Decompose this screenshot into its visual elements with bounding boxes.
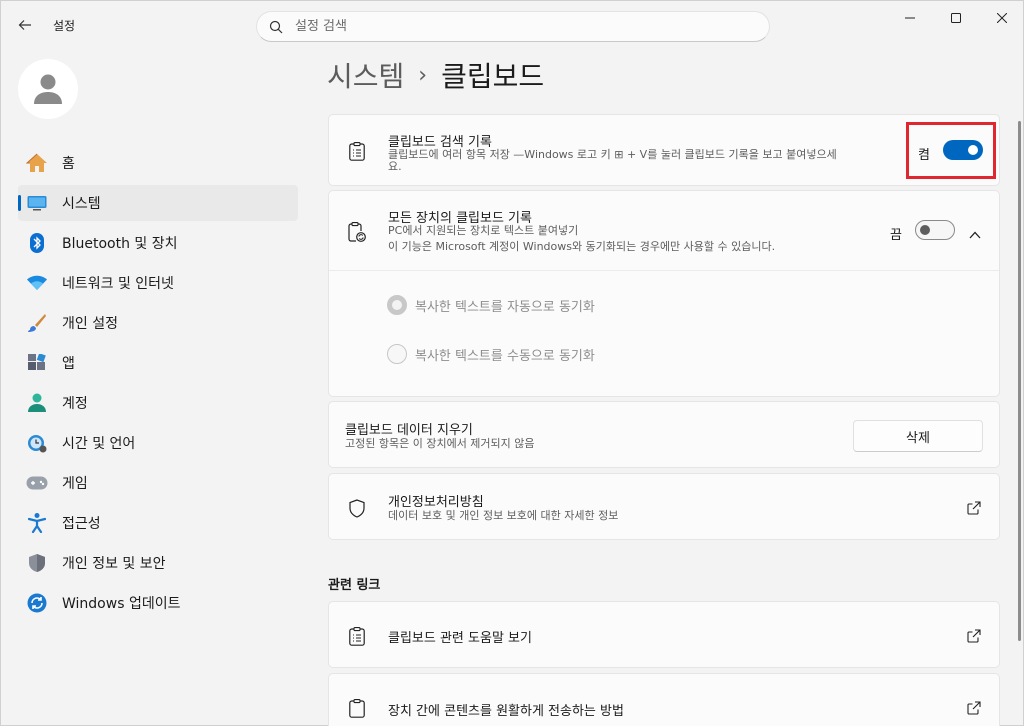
clear-clipboard-card: 클립보드 데이터 지우기 고정된 항목은 이 장치에서 제거되지 않음 삭제: [328, 401, 1000, 468]
related-links-heading: 관련 링크: [328, 578, 381, 593]
bluetooth-icon: [26, 232, 48, 254]
clock-globe-icon: [26, 432, 48, 454]
radio-label: 복사한 텍스트를 자동으로 동기화: [415, 299, 595, 315]
sidebar-item-windows-update[interactable]: Windows 업데이트: [18, 585, 298, 621]
apps-icon: [26, 352, 48, 374]
related-link-label: 장치 간에 콘텐츠를 원활하게 전송하는 방법: [388, 704, 624, 719]
clipboard-list-icon: [347, 626, 367, 646]
sidebar-item-network[interactable]: 네트워크 및 인터넷: [18, 265, 298, 301]
sidebar-item-label: 시스템: [62, 196, 101, 212]
sync-auto-option[interactable]: 복사한 텍스트를 자동으로 동기화: [387, 295, 595, 315]
shield-outline-icon: [347, 498, 367, 518]
shield-icon: [26, 552, 48, 574]
home-icon: [26, 152, 48, 174]
account-icon: [26, 392, 48, 414]
accessibility-icon: [26, 512, 48, 534]
radio-label: 복사한 텍스트를 수동으로 동기화: [415, 348, 595, 364]
sidebar-item-label: 접근성: [62, 516, 101, 532]
sidebar-item-system[interactable]: 시스템: [18, 185, 298, 221]
sidebar-item-label: 계정: [62, 396, 88, 412]
clipboard-list-icon: [347, 141, 367, 161]
highlight-annotation: [906, 122, 996, 179]
minimize-icon: [905, 17, 915, 19]
breadcrumb-separator: ›: [418, 62, 428, 88]
search-input[interactable]: [295, 19, 735, 34]
maximize-icon: [951, 13, 961, 23]
sidebar-item-label: 앱: [62, 356, 75, 372]
related-link-help[interactable]: 클립보드 관련 도움말 보기: [328, 601, 1000, 668]
back-arrow-icon: [18, 20, 31, 30]
scrollbar-thumb[interactable]: [1018, 121, 1021, 641]
sidebar-item-home[interactable]: 홈: [18, 145, 298, 181]
sidebar-item-label: 게임: [62, 476, 88, 492]
minimize-button[interactable]: [887, 1, 933, 35]
clipboard-history-card: 클립보드 검색 기록 클립보드에 여러 항목 저장 —Windows 로고 키 …: [328, 114, 1000, 186]
clipboard-history-desc-1: 클립보드에 여러 항목 저장 —Windows 로고 키 ⊞ + V를 눌러 클…: [388, 148, 837, 161]
sidebar-item-label: Bluetooth 및 장치: [62, 236, 178, 252]
divider: [329, 270, 999, 271]
sidebar-item-bluetooth[interactable]: Bluetooth 및 장치: [18, 225, 298, 261]
user-icon: [34, 74, 62, 104]
clipboard-sync-toggle[interactable]: [915, 220, 955, 240]
search-icon: [269, 20, 283, 34]
sidebar-item-apps[interactable]: 앱: [18, 345, 298, 381]
sidebar-item-accounts[interactable]: 계정: [18, 385, 298, 421]
system-icon: [26, 192, 48, 214]
search-box[interactable]: [256, 11, 770, 42]
maximize-button[interactable]: [933, 1, 979, 35]
clipboard-history-desc-2: 요.: [388, 160, 402, 173]
sidebar-item-gaming[interactable]: 게임: [18, 465, 298, 501]
toggle-knob: [920, 225, 930, 235]
sidebar-item-label: 홈: [62, 156, 75, 172]
radio-button[interactable]: [387, 295, 407, 315]
clipboard-sync-card: 모든 장치의 클립보드 기록 PC에서 지원되는 장치로 텍스트 붙여넣기 이 …: [328, 190, 1000, 397]
privacy-title: 개인정보처리방침: [388, 495, 484, 510]
sidebar-item-label: 네트워크 및 인터넷: [62, 276, 174, 292]
close-button[interactable]: [979, 1, 1024, 35]
clear-button[interactable]: 삭제: [853, 420, 983, 452]
clipboard-sync-desc-1: PC에서 지원되는 장치로 텍스트 붙여넣기: [388, 224, 579, 237]
page-title: 클립보드: [441, 60, 545, 93]
clear-clipboard-title: 클립보드 데이터 지우기: [345, 423, 473, 438]
external-link-icon: [967, 700, 981, 715]
clipboard-sync-toggle-label: 끔: [890, 228, 902, 243]
sync-manual-option[interactable]: 복사한 텍스트를 수동으로 동기화: [387, 344, 595, 364]
radio-button[interactable]: [387, 344, 407, 364]
chevron-up-icon[interactable]: [969, 224, 983, 239]
wifi-icon: [26, 272, 48, 294]
clipboard-sync-desc-2: 이 기능은 Microsoft 계정이 Windows와 동기화되는 경우에만 …: [388, 240, 776, 253]
sidebar-item-personalization[interactable]: 개인 설정: [18, 305, 298, 341]
user-avatar[interactable]: [18, 59, 78, 119]
sidebar-item-accessibility[interactable]: 접근성: [18, 505, 298, 541]
title-bar: 설정: [1, 1, 1024, 49]
breadcrumb-parent[interactable]: 시스템: [327, 55, 404, 95]
brush-icon: [26, 312, 48, 334]
privacy-desc: 데이터 보호 및 개인 정보 보호에 대한 자세한 정보: [388, 509, 619, 522]
settings-window: 설정 홈 시스템: [0, 0, 1024, 726]
clipboard-icon: [347, 698, 367, 718]
clipboard-sync-icon: [347, 222, 367, 242]
sidebar-item-label: 개인 설정: [62, 316, 118, 332]
privacy-statement-card[interactable]: 개인정보처리방침 데이터 보호 및 개인 정보 보호에 대한 자세한 정보: [328, 473, 1000, 540]
sidebar-item-label: Windows 업데이트: [62, 596, 181, 612]
gamepad-icon: [26, 472, 48, 494]
sidebar-item-label: 개인 정보 및 보안: [62, 556, 166, 572]
close-icon: [997, 13, 1007, 23]
sidebar-item-label: 시간 및 언어: [62, 436, 136, 452]
sidebar-item-time-language[interactable]: 시간 및 언어: [18, 425, 298, 461]
app-title: 설정: [53, 19, 76, 33]
back-button[interactable]: [13, 13, 37, 37]
sidebar-item-privacy-security[interactable]: 개인 정보 및 보안: [18, 545, 298, 581]
external-link-icon: [967, 628, 981, 643]
related-link-label: 클립보드 관련 도움말 보기: [388, 631, 532, 646]
related-link-transfer[interactable]: 장치 간에 콘텐츠를 원활하게 전송하는 방법: [328, 673, 1000, 726]
update-icon: [26, 592, 48, 614]
sidebar-nav: 홈 시스템 Bluetooth 및 장치 네트워크 및 인터넷 개인 설정 앱 …: [18, 145, 298, 625]
breadcrumb: 시스템 › 클립보드: [327, 55, 544, 95]
external-link-icon: [967, 500, 981, 515]
clear-clipboard-desc: 고정된 항목은 이 장치에서 제거되지 않음: [345, 437, 535, 450]
